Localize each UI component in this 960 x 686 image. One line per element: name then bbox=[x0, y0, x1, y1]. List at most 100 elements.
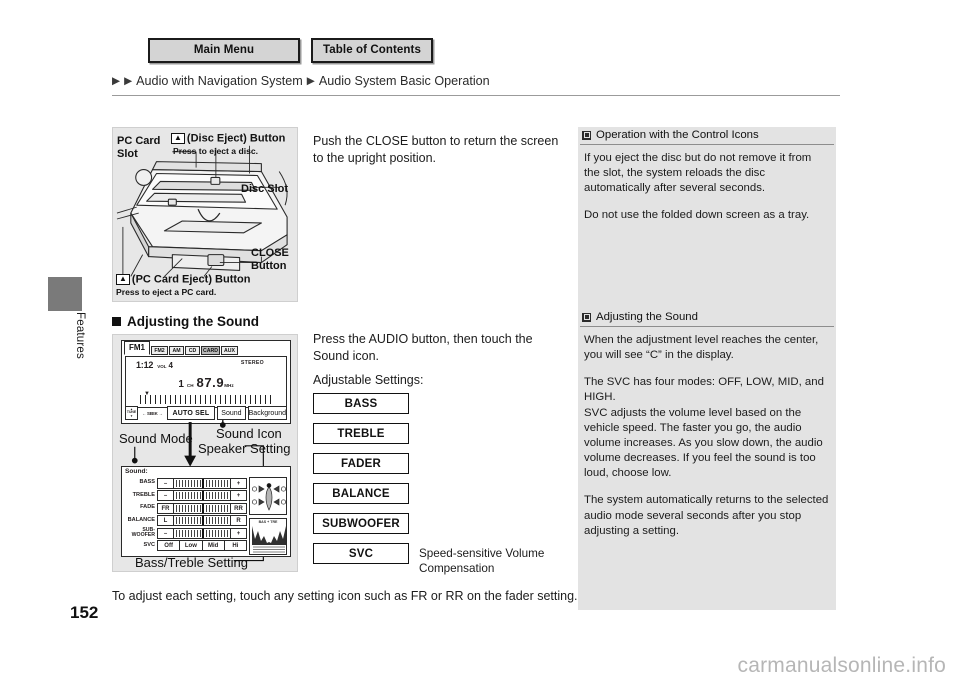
top-navigation: Main Menu Table of Contents bbox=[148, 38, 433, 63]
bass-treble-curve-icon bbox=[252, 526, 286, 553]
sidebar-note-2-p3: The system automatically returns to the … bbox=[584, 494, 829, 537]
heading-text: Adjusting the Sound bbox=[127, 314, 259, 329]
close-button-label-line1: CLOSE bbox=[251, 247, 289, 259]
audio-display-main: 1:12 VOL 4 STEREO 1 CH 87.9MHz ▼ bbox=[125, 356, 287, 408]
pc-card-slot-label-line1: PC Card bbox=[117, 135, 161, 147]
setting-button-balance[interactable]: BALANCE bbox=[313, 483, 409, 504]
note-icon-2 bbox=[582, 312, 591, 322]
sound-settings-panel: Sound: BASS – + TREBLE – + FADE FR RR BA… bbox=[121, 466, 291, 557]
fade-level-bar[interactable] bbox=[174, 502, 230, 514]
note-icon bbox=[582, 130, 591, 140]
bass-increase-button[interactable]: + bbox=[230, 477, 247, 489]
setting-button-svc[interactable]: SVC bbox=[313, 543, 409, 564]
balance-left-button[interactable]: L bbox=[157, 515, 174, 526]
figure-head-unit: PC Card Slot ▲ (Disc Eject) Button Press … bbox=[112, 127, 298, 302]
seek-control[interactable]: ← SEEK → bbox=[140, 406, 165, 420]
treble-level-bar[interactable] bbox=[174, 490, 230, 501]
balance-label: BALANCE bbox=[127, 516, 155, 523]
fade-rear-button[interactable]: RR bbox=[230, 502, 247, 514]
sidebar-note-2: Adjusting the Sound When the adjustment … bbox=[578, 309, 836, 551]
sound-row-balance: BALANCE L R bbox=[124, 515, 247, 527]
bass-level-bar[interactable] bbox=[174, 477, 230, 489]
background-button[interactable]: Background bbox=[247, 406, 287, 420]
main-menu-button[interactable]: Main Menu bbox=[148, 38, 300, 63]
table-of-contents-button[interactable]: Table of Contents bbox=[311, 38, 433, 63]
disc-eject-button-label: ▲ (Disc Eject) Button bbox=[171, 133, 285, 145]
callout-sound-icon: Sound Icon bbox=[216, 426, 282, 441]
pc-card-eject-button-label: ▲ (PC Card Eject) Button bbox=[116, 274, 250, 286]
page-number: 152 bbox=[70, 603, 99, 622]
breadcrumb-arrow-icon-2: ▶ bbox=[124, 74, 133, 87]
close-instruction-text: Push the CLOSE button to return the scre… bbox=[313, 134, 559, 166]
sidebar-note-2-body: When the adjustment level reaches the ce… bbox=[578, 327, 836, 539]
tab-am[interactable]: AM bbox=[169, 345, 184, 355]
auto-select-button[interactable]: AUTO SEL bbox=[166, 406, 216, 420]
clock-time: 1:12 bbox=[136, 360, 154, 370]
sidebar-notes: Operation with the Control Icons If you … bbox=[578, 127, 836, 610]
close-button-label-line2: Button bbox=[251, 260, 287, 272]
subwoofer-decrease-button[interactable]: – bbox=[157, 527, 174, 539]
tab-aux[interactable]: AUX bbox=[221, 345, 238, 355]
setting-button-subwoofer[interactable]: SUBWOOFER bbox=[313, 513, 409, 534]
tab-fm1[interactable]: FM1 bbox=[124, 341, 150, 355]
balance-level-bar[interactable] bbox=[174, 515, 230, 526]
pc-card-eject-sub: Press to eject a PC card. bbox=[116, 287, 217, 297]
frequency-unit: MHz bbox=[224, 383, 234, 388]
tab-cd[interactable]: CD bbox=[185, 345, 200, 355]
treble-increase-button[interactable]: + bbox=[230, 490, 247, 501]
callout-sound-mode: Sound Mode bbox=[119, 431, 193, 446]
bass-treble-graphic[interactable]: BAS + TRE bbox=[249, 518, 287, 555]
tuning-scale[interactable]: ▼ bbox=[140, 391, 272, 404]
sound-button[interactable]: Sound bbox=[217, 406, 246, 420]
tab-fm2[interactable]: FM2 bbox=[151, 345, 168, 355]
sound-row-subwoofer: SUB-WOOFER – + bbox=[124, 527, 247, 539]
frequency-value: 87.9 bbox=[196, 375, 225, 390]
bass-decrease-button[interactable]: – bbox=[157, 477, 174, 489]
volume-label: VOL bbox=[157, 364, 167, 369]
breadcrumb-divider bbox=[112, 95, 840, 96]
svc-option-off[interactable]: Off bbox=[157, 540, 181, 551]
section-tab-marker bbox=[48, 277, 82, 311]
audio-display: FM1 FM2 AM CD CARD AUX 1:12 VOL 4 STEREO… bbox=[121, 340, 291, 424]
breadcrumb: ▶ ▶ Audio with Navigation System ▶ Audio… bbox=[112, 74, 840, 88]
section-tab-label: Features bbox=[74, 312, 86, 359]
sidebar-note-1-header: Operation with the Control Icons bbox=[578, 127, 836, 144]
svc-option-hi[interactable]: Hi bbox=[224, 540, 247, 551]
sidebar-note-2-header: Adjusting the Sound bbox=[578, 309, 836, 326]
breadcrumb-arrow-icon: ▶ bbox=[112, 74, 121, 87]
subwoofer-level-bar[interactable] bbox=[174, 527, 230, 539]
subwoofer-increase-button[interactable]: + bbox=[230, 527, 247, 539]
treble-label: TREBLE bbox=[132, 491, 155, 498]
tab-card[interactable]: CARD bbox=[201, 345, 220, 355]
setting-buttons-list: BASS TREBLE FADER BALANCE SUBWOOFER SVC bbox=[313, 393, 571, 573]
disc-eject-text: (Disc Eject) Button bbox=[186, 132, 286, 145]
setting-button-treble[interactable]: TREBLE bbox=[313, 423, 409, 444]
audio-control-bar: ▲ TUNE ▼ ← SEEK → AUTO SEL Sound Backgro… bbox=[125, 406, 287, 420]
callout-speaker-setting: Speaker Setting bbox=[198, 441, 291, 456]
seek-right-icon: → bbox=[158, 410, 163, 416]
speaker-setting-graphic[interactable] bbox=[249, 477, 287, 515]
breadcrumb-arrow-icon-3: ▶ bbox=[306, 74, 315, 87]
setting-button-bass[interactable]: BASS bbox=[313, 393, 409, 414]
breadcrumb-level-2[interactable]: Audio System Basic Operation bbox=[319, 74, 490, 88]
sidebar-note-1-title: Operation with the Control Icons bbox=[596, 129, 759, 141]
section-heading-adjusting-sound: Adjusting the Sound bbox=[112, 314, 259, 329]
treble-decrease-button[interactable]: – bbox=[157, 490, 174, 501]
fade-front-button[interactable]: FR bbox=[157, 502, 174, 514]
bass-treble-scale-label: BAS + TRE bbox=[258, 520, 278, 524]
sidebar-note-1: Operation with the Control Icons If you … bbox=[578, 127, 836, 236]
disc-eject-sub: Press to eject a disc. bbox=[173, 146, 259, 156]
seek-left-icon: ← bbox=[142, 410, 146, 416]
svc-option-low[interactable]: Low bbox=[180, 540, 203, 551]
sidebar-note-1-body: If you eject the disc but do not remove … bbox=[578, 145, 836, 224]
tune-stepper[interactable]: ▲ TUNE ▼ bbox=[125, 406, 138, 420]
sound-row-bass: BASS – + bbox=[124, 477, 247, 489]
balance-right-button[interactable]: R bbox=[230, 515, 247, 526]
pc-card-eject-text: (PC Card Eject) Button bbox=[131, 273, 251, 286]
display-frequency-row: 1 CH 87.9MHz bbox=[126, 374, 286, 392]
tune-down-icon: ▼ bbox=[130, 413, 133, 418]
setting-button-fader[interactable]: FADER bbox=[313, 453, 409, 474]
breadcrumb-level-1[interactable]: Audio with Navigation System bbox=[136, 74, 303, 88]
svc-option-mid[interactable]: Mid bbox=[202, 540, 225, 551]
figure-audio-screen: FM1 FM2 AM CD CARD AUX 1:12 VOL 4 STEREO… bbox=[112, 334, 298, 572]
